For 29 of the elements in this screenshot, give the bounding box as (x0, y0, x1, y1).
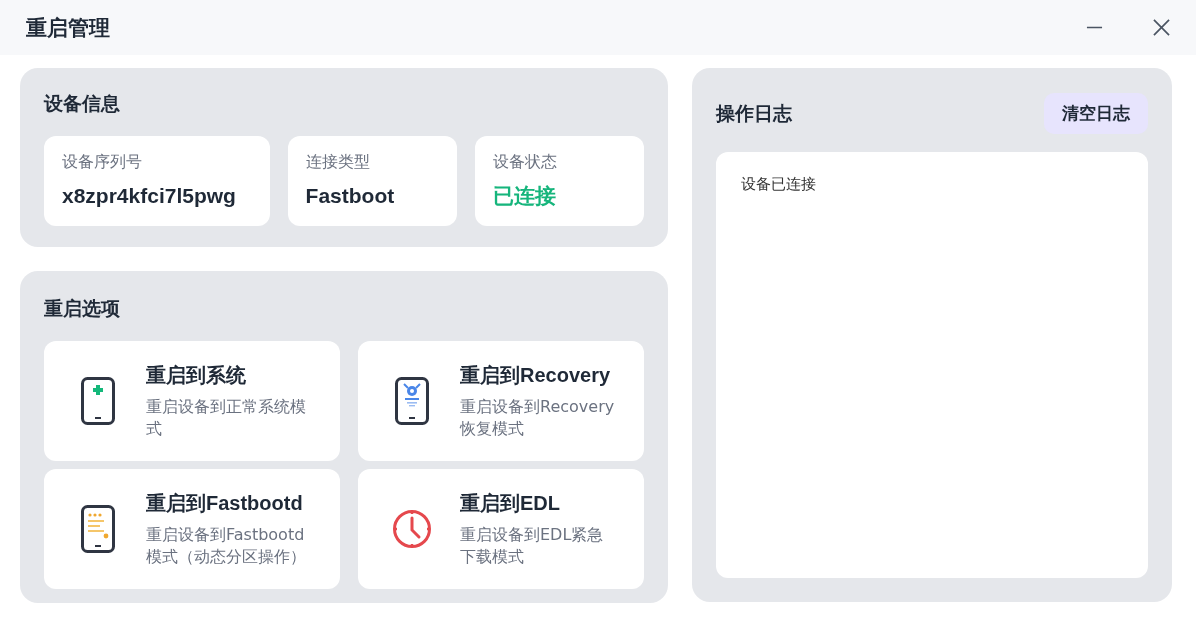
phone-robot-icon (395, 377, 429, 425)
clock-icon (392, 509, 432, 549)
section-heading: 重启选项 (44, 297, 121, 321)
log-entry: 设备已连接 (741, 174, 817, 194)
phone-plus-icon (81, 377, 115, 425)
section-heading: 设备信息 (44, 92, 121, 116)
option-title: 重启到系统 (146, 363, 247, 388)
option-description: 重启设备到EDL紧急下载模式 (460, 524, 605, 568)
restart-option-card[interactable]: 重启到Recovery 重启设备到Recovery恢复模式 (358, 341, 644, 461)
option-description: 重启设备到Fastbootd模式（动态分区操作） (146, 524, 307, 568)
field-label: 设备状态 (492, 152, 558, 172)
field-label: 连接类型 (305, 152, 371, 172)
phone-lines-icon (81, 505, 115, 553)
close-icon[interactable] (1153, 19, 1170, 36)
restart-option-card[interactable]: 重启到系统 重启设备到正常系统模式 (44, 341, 340, 461)
status-value: 已连接 (492, 184, 557, 208)
option-title: 重启到Fastbootd (146, 491, 304, 516)
field-value: Fastboot (305, 184, 396, 208)
option-title: 重启到EDL (460, 491, 561, 516)
window-title: 重启管理 (26, 14, 110, 41)
clear-log-button[interactable]: 清空日志 (1044, 93, 1148, 134)
field-value: x8zpr4kfci7l5pwg (62, 184, 237, 208)
section-heading: 操作日志 (716, 101, 792, 126)
option-description: 重启设备到正常系统模式 (146, 396, 307, 440)
restart-option-card[interactable]: 重启到Fastbootd 重启设备到Fastbootd模式（动态分区操作） (44, 469, 340, 589)
option-description: 重启设备到Recovery恢复模式 (460, 396, 616, 440)
option-title: 重启到Recovery (460, 363, 612, 388)
restart-option-card[interactable]: 重启到EDL 重启设备到EDL紧急下载模式 (358, 469, 644, 589)
field-label: 设备序列号 (62, 152, 143, 172)
